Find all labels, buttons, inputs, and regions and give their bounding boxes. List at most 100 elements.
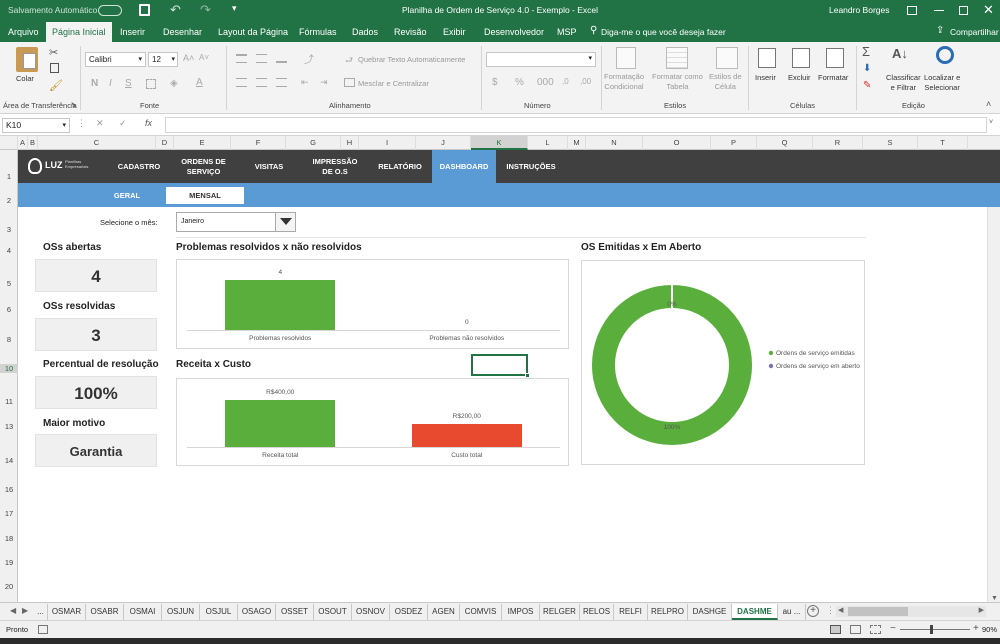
conditional-format-icon[interactable] bbox=[616, 47, 636, 69]
format-painter-icon[interactable]: 🖌 bbox=[49, 79, 63, 92]
delete-cells-button[interactable]: Excluir bbox=[788, 73, 811, 83]
column-header[interactable]: R bbox=[813, 136, 863, 150]
insert-cells-button[interactable]: Inserir bbox=[755, 73, 776, 83]
paste-button[interactable]: Colar bbox=[16, 74, 34, 84]
page-layout-icon[interactable] bbox=[850, 625, 861, 634]
column-header[interactable]: E bbox=[174, 136, 231, 150]
column-header[interactable]: L bbox=[528, 136, 568, 150]
column-header[interactable]: G bbox=[286, 136, 341, 150]
percent-icon[interactable]: % bbox=[515, 77, 524, 88]
column-header-selected[interactable]: K bbox=[471, 136, 528, 150]
row-header[interactable]: 3 bbox=[0, 225, 18, 234]
column-header[interactable]: P bbox=[711, 136, 757, 150]
font-shrink-icon[interactable]: A˅ bbox=[199, 53, 209, 62]
sheet-tab[interactable]: OSJUN bbox=[162, 604, 200, 620]
thousands-icon[interactable]: 000 bbox=[537, 77, 554, 88]
conditional-format-button[interactable]: Formatação Condicional bbox=[604, 72, 644, 92]
font-name-select[interactable]: Calibri ▾ bbox=[85, 52, 146, 67]
clipboard-launcher-icon[interactable]: ⬊ bbox=[71, 101, 77, 109]
cancel-icon[interactable]: ✕ bbox=[96, 118, 104, 129]
nav-dashboard[interactable]: DASHBOARD bbox=[432, 150, 496, 183]
indent-increase-icon[interactable]: ⇥ bbox=[320, 77, 328, 88]
sheet-tab[interactable]: RELFI bbox=[614, 604, 648, 620]
row-header[interactable]: 6 bbox=[0, 305, 18, 314]
insert-cells-icon[interactable] bbox=[758, 48, 776, 68]
selected-cell[interactable] bbox=[471, 354, 530, 378]
bar[interactable] bbox=[225, 400, 336, 447]
orientation-icon[interactable]: ⤴ bbox=[304, 51, 314, 66]
fill-color-icon[interactable]: ◈ bbox=[170, 78, 178, 89]
tab-exibir[interactable]: Exibir bbox=[437, 22, 472, 42]
clear-icon[interactable]: ✎ bbox=[863, 80, 871, 91]
column-header[interactable]: J bbox=[416, 136, 471, 150]
chart-problems[interactable]: 4 Problemas resolvidos 0 Problemas não reso… bbox=[176, 259, 569, 349]
zoom-out-icon[interactable]: − bbox=[890, 623, 896, 634]
row-header[interactable]: 5 bbox=[0, 279, 18, 288]
column-header[interactable]: N bbox=[586, 136, 643, 150]
tab-pagina-inicial[interactable]: Página Inicial bbox=[46, 22, 112, 42]
normal-view-icon[interactable] bbox=[830, 625, 841, 634]
italic-button[interactable]: I bbox=[109, 78, 112, 89]
row-header[interactable]: 11 bbox=[0, 397, 18, 406]
sheet-tab[interactable]: COMVIS bbox=[460, 604, 502, 620]
sheet-tab[interactable]: OSABR bbox=[86, 604, 124, 620]
page-break-icon[interactable] bbox=[870, 625, 881, 634]
prev-sheet-icon[interactable]: ◀ bbox=[10, 606, 16, 615]
font-grow-icon[interactable]: A˄ bbox=[183, 53, 194, 63]
align-bottom-icon[interactable] bbox=[276, 54, 287, 63]
zoom-slider[interactable] bbox=[900, 625, 970, 634]
sheet-tab[interactable]: OSDEZ bbox=[390, 604, 428, 620]
font-color-icon[interactable]: A bbox=[196, 77, 203, 88]
sheet-tab[interactable]: OSNOV bbox=[352, 604, 390, 620]
collapse-ribbon-icon[interactable]: ˄ bbox=[986, 99, 991, 109]
column-header[interactable]: I bbox=[359, 136, 416, 150]
column-header[interactable]: H bbox=[341, 136, 359, 150]
underline-button[interactable]: S bbox=[125, 78, 132, 89]
format-cells-button[interactable]: Formatar bbox=[818, 73, 848, 83]
column-header[interactable]: D bbox=[156, 136, 174, 150]
nav-instrucoes[interactable]: INSTRUÇÕES bbox=[498, 150, 564, 183]
fill-icon[interactable]: ⬇ bbox=[863, 63, 871, 74]
select-all-corner[interactable] bbox=[0, 136, 18, 150]
name-box[interactable]: K10 ▾ bbox=[2, 118, 70, 133]
row-header[interactable]: 4 bbox=[0, 246, 18, 255]
scroll-down-icon[interactable]: ▼ bbox=[991, 595, 998, 602]
sheet-tab[interactable]: OSOUT bbox=[314, 604, 352, 620]
sheet-tab[interactable]: au ... bbox=[778, 604, 806, 620]
sheet-tab[interactable]: ... bbox=[34, 604, 48, 620]
sheet-tab[interactable]: OSJUL bbox=[200, 604, 238, 620]
sheet-tab[interactable]: OSAGO bbox=[238, 604, 276, 620]
sheet-tab[interactable]: RELGER bbox=[540, 604, 580, 620]
indent-decrease-icon[interactable]: ⇤ bbox=[301, 77, 309, 88]
chart-revenue[interactable]: R$400,00 Receita total R$200,00 Custo total bbox=[176, 378, 569, 466]
subnav-mensal[interactable]: MENSAL bbox=[166, 187, 244, 204]
column-header[interactable]: F bbox=[231, 136, 286, 150]
row-header[interactable]: 13 bbox=[0, 422, 18, 431]
find-select-button[interactable]: Localizar e Selecionar bbox=[924, 73, 960, 93]
formula-input[interactable] bbox=[165, 117, 987, 133]
sheet-tab[interactable]: OSMAI bbox=[124, 604, 162, 620]
bar[interactable] bbox=[225, 280, 336, 330]
sort-filter-icon[interactable]: A↓ bbox=[892, 46, 908, 61]
donut-slice[interactable] bbox=[592, 285, 752, 445]
format-table-icon[interactable] bbox=[666, 47, 688, 69]
tab-desenhar[interactable]: Desenhar bbox=[157, 22, 208, 42]
number-format-select[interactable]: ▾ bbox=[486, 52, 596, 67]
nav-impressao-os[interactable]: IMPRESSÃO DE O.S bbox=[302, 150, 368, 183]
zoom-thumb[interactable] bbox=[930, 625, 933, 634]
row-header[interactable]: 19 bbox=[0, 558, 18, 567]
autosum-icon[interactable]: Σ bbox=[862, 44, 870, 59]
next-sheet-icon[interactable]: ▶ bbox=[22, 606, 28, 615]
sheet-tab-active[interactable]: DASHME bbox=[732, 604, 778, 620]
tab-arquivo[interactable]: Arquivo bbox=[2, 22, 45, 42]
row-header[interactable]: 17 bbox=[0, 509, 18, 518]
row-header[interactable]: 18 bbox=[0, 534, 18, 543]
row-header[interactable]: 1 bbox=[0, 172, 18, 181]
row-header[interactable]: 16 bbox=[0, 485, 18, 494]
nav-visitas[interactable]: VISITAS bbox=[243, 150, 295, 183]
row-header[interactable]: 8 bbox=[0, 335, 18, 344]
delete-cells-icon[interactable] bbox=[792, 48, 810, 68]
share-button[interactable]: Compartilhar bbox=[950, 27, 999, 37]
merge-button[interactable]: Mesclar e Centralizar bbox=[358, 79, 429, 89]
tab-desenvolvedor[interactable]: Desenvolvedor bbox=[478, 22, 550, 42]
